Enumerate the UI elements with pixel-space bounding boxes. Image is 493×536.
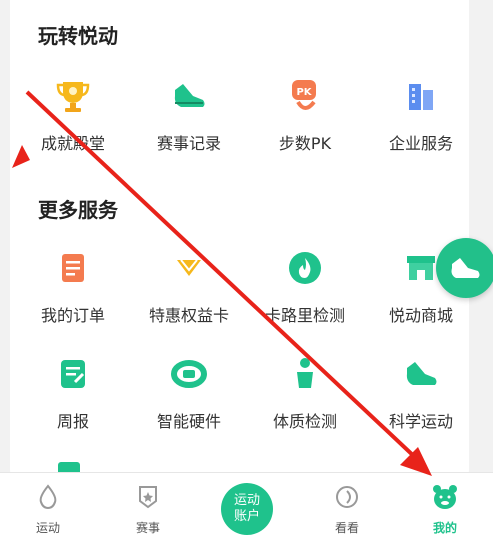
tab-events[interactable]: 赛事 [108, 473, 188, 536]
tab-sport[interactable]: 运动 [8, 473, 88, 536]
tab-label: 我的 [432, 521, 457, 535]
section-title-play: 玩转悦动 [38, 24, 118, 48]
item-fitness-test[interactable]: 体质检测 [250, 354, 360, 432]
item-label: 卡路里检测 [264, 306, 345, 325]
item-calorie-check[interactable]: 卡路里检测 [250, 248, 360, 326]
item-label: 赛事记录 [156, 134, 221, 153]
item-label: 特惠权益卡 [148, 306, 229, 325]
trophy-icon [53, 76, 93, 116]
item-step-pk[interactable]: PK 步数PK [250, 76, 360, 154]
item-label: 步数PK [278, 134, 332, 153]
shop-icon [401, 248, 441, 288]
item-label: 周报 [56, 412, 89, 431]
tab-label: 赛事 [135, 521, 160, 535]
building-icon [401, 76, 441, 116]
drop-icon [39, 484, 57, 510]
tab-mine[interactable]: 我的 [405, 473, 485, 536]
item-label: 成就殿堂 [40, 134, 105, 153]
item-label: 悦动商城 [388, 306, 453, 325]
item-science-sport[interactable]: 科学运动 [366, 354, 476, 432]
tab-watch[interactable]: 看看 [307, 473, 387, 536]
item-smart-hardware[interactable]: 智能硬件 [134, 354, 244, 432]
order-icon [53, 248, 93, 288]
pk-icon: PK [285, 76, 325, 116]
sneaker-icon [401, 354, 441, 394]
bear-icon [433, 485, 457, 509]
item-label: 体质检测 [272, 412, 337, 431]
flame-icon [285, 248, 325, 288]
item-label: 科学运动 [388, 412, 453, 431]
tab-label: 看看 [334, 521, 359, 535]
sport-account-label: 运动 账户 [233, 493, 260, 524]
card-icon [169, 248, 209, 288]
item-label: 我的订单 [40, 306, 105, 325]
sport-account-button[interactable]: 运动 账户 [221, 483, 273, 535]
item-my-orders[interactable]: 我的订单 [18, 248, 128, 326]
svg-text:PK: PK [296, 87, 312, 98]
item-label: 智能硬件 [156, 412, 221, 431]
running-shoe-icon [451, 258, 480, 278]
band-icon [169, 354, 209, 394]
running-shoe-icon [169, 76, 209, 116]
item-enterprise[interactable]: 企业服务 [366, 76, 476, 154]
item-discount-card[interactable]: 特惠权益卡 [134, 248, 244, 326]
item-race-records[interactable]: 赛事记录 [134, 76, 244, 154]
report-icon [53, 354, 93, 394]
item-label: 企业服务 [388, 134, 453, 153]
item-achievements[interactable]: 成就殿堂 [18, 76, 128, 154]
badge-icon [139, 486, 157, 509]
tab-label: 运动 [35, 521, 60, 535]
floating-run-button[interactable] [436, 238, 493, 298]
body-icon [285, 354, 325, 394]
item-weekly-report[interactable]: 周报 [18, 354, 128, 432]
section-title-more: 更多服务 [38, 198, 118, 222]
swirl-icon [336, 486, 358, 508]
